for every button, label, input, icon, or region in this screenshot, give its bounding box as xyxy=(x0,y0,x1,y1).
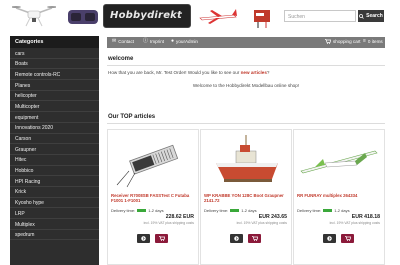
welcome-text-suffix: ? xyxy=(266,70,270,75)
contact-icon: ✉ xyxy=(112,38,117,44)
details-button[interactable] xyxy=(323,234,336,243)
account-link[interactable]: ● yourAdmin xyxy=(171,38,198,45)
delivery-info: Delivery time: 1-2 days xyxy=(204,208,257,213)
logo-text: Hobbydirekt xyxy=(110,10,183,21)
card-buttons xyxy=(230,234,261,243)
rc-plane-image[interactable] xyxy=(196,2,240,30)
delivery-info: Delivery time: 1-2 days xyxy=(111,208,164,213)
product-card: RR FUNRAY multiplex 264334 Delivery time… xyxy=(293,129,385,265)
sidebar-item-cars[interactable]: cars xyxy=(10,48,99,59)
add-to-cart-button[interactable] xyxy=(155,234,168,243)
sidebar-item-hpi-racing[interactable]: HPI Racing xyxy=(10,176,99,187)
cart-icon xyxy=(325,39,331,44)
imprint-label: Imprint xyxy=(150,39,165,44)
sidebar-item-boats[interactable]: Boats xyxy=(10,59,99,70)
product-name[interactable]: RR FUNRAY multiplex 264334 xyxy=(297,193,383,198)
sidebar-item-spedrum[interactable]: spedrum xyxy=(10,230,99,241)
list-icon: ≡ xyxy=(363,38,366,44)
imprint-link[interactable]: ⓘ Imprint xyxy=(143,38,165,45)
add-to-cart-button[interactable] xyxy=(248,234,261,243)
delivery-time: 1-2 days xyxy=(334,208,350,213)
top-articles-heading: Our TOP articles xyxy=(108,114,156,120)
delivery-time: 1-2 days xyxy=(241,208,257,213)
product-name[interactable]: WP KRABBE YON 128C Boot Graupner 2141.72 xyxy=(204,193,290,204)
product-price: 228.62 EUR xyxy=(165,214,194,220)
product-image-receiver[interactable] xyxy=(109,131,197,191)
delivery-status-icon xyxy=(230,209,240,212)
battery-image[interactable] xyxy=(252,2,272,30)
drone-image[interactable] xyxy=(12,2,56,30)
search-icon xyxy=(359,13,364,19)
sidebar-item-innovations-2020[interactable]: Innovations 2020 xyxy=(10,123,99,134)
product-card: WP KRABBE YON 128C Boot Graupner 2141.72… xyxy=(200,129,292,265)
cart-label: shopping cart xyxy=(333,39,361,44)
product-card: Receiver R7008SB FASSTest C Futaba F1001… xyxy=(107,129,199,265)
product-price: EUR 418.18 xyxy=(351,214,380,220)
sidebar-item-carson[interactable]: Carson xyxy=(10,134,99,145)
new-articles-link[interactable]: new articles xyxy=(241,70,267,75)
sidebar-item-planes[interactable]: Planes xyxy=(10,80,99,91)
sidebar-title: Categories xyxy=(10,36,99,48)
contact-label: Contact xyxy=(118,39,135,44)
delivery-time: 1-2 days xyxy=(148,208,164,213)
account-bar: ✉ Contact ⓘ Imprint ● yourAdmin shopping… xyxy=(107,37,385,48)
sidebar-item-graupner[interactable]: Graupner xyxy=(10,144,99,155)
sidebar-item-krick[interactable]: Krick xyxy=(10,187,99,198)
welcome-message: How that you are back, Mr. Test Order! W… xyxy=(108,70,269,75)
card-buttons xyxy=(323,234,354,243)
sidebar-item-equipment[interactable]: equipment xyxy=(10,112,99,123)
search-input[interactable]: Suchen xyxy=(284,10,356,22)
search-button-label: Search xyxy=(366,13,383,19)
arrow-right-icon xyxy=(234,236,239,241)
user-icon: ● xyxy=(171,38,175,44)
account-label: yourAdmin xyxy=(176,39,198,44)
product-price: EUR 243.65 xyxy=(258,214,287,220)
delivery-label: Delivery time: xyxy=(204,208,229,213)
cart-count[interactable]: ≡ 0 items xyxy=(363,38,383,45)
delivery-label: Delivery time: xyxy=(111,208,136,213)
sidebar-item-multiplex[interactable]: Multiplex xyxy=(10,219,99,230)
sidebar-item-remote-controls[interactable]: Remote controls-RC xyxy=(10,69,99,81)
cart-count-label: 0 items xyxy=(367,39,383,44)
welcome-heading: welcome xyxy=(108,56,134,62)
product-image-boat[interactable] xyxy=(202,131,290,191)
tax-note[interactable]: incl. 19% VAT plus shipping costs xyxy=(144,221,194,225)
delivery-info: Delivery time: 1-2 days xyxy=(297,208,350,213)
top-articles-divider xyxy=(107,123,385,124)
product-image-glider[interactable] xyxy=(295,131,383,191)
delivery-label: Delivery time: xyxy=(297,208,322,213)
delivery-status-icon xyxy=(323,209,333,212)
cart-icon xyxy=(158,236,165,241)
sidebar-item-helicopter[interactable]: helicopter xyxy=(10,91,99,102)
sidebar-item-hitec[interactable]: Hitec xyxy=(10,155,99,166)
sidebar-item-lrp[interactable]: LRP xyxy=(10,208,99,219)
arrow-right-icon xyxy=(141,236,146,241)
product-name[interactable]: Receiver R7008SB FASSTest C Futaba F1001… xyxy=(111,193,197,204)
tax-note[interactable]: incl. 19% VAT plus shipping costs xyxy=(237,221,287,225)
header: Hobbydirekt Suchen Search xyxy=(0,0,400,33)
sidebar-item-kyosho[interactable]: Kyosho hype xyxy=(10,198,99,209)
contact-link[interactable]: ✉ Contact xyxy=(112,38,135,45)
fpv-goggles-image[interactable] xyxy=(66,2,100,30)
shop-logo[interactable]: Hobbydirekt xyxy=(103,4,191,28)
details-button[interactable] xyxy=(230,234,243,243)
card-buttons xyxy=(137,234,168,243)
shopping-cart-link[interactable]: shopping cart xyxy=(325,39,361,44)
info-icon: ⓘ xyxy=(143,38,149,44)
arrow-right-icon xyxy=(327,236,332,241)
cart-icon xyxy=(251,236,258,241)
delivery-status-icon xyxy=(137,209,147,212)
sidebar-item-multicopter[interactable]: Multicopter xyxy=(10,101,99,113)
search-button[interactable]: Search xyxy=(358,10,384,22)
tax-note[interactable]: incl. 19% VAT plus shipping costs xyxy=(330,221,380,225)
welcome-text-prefix: How that you are back, Mr. Test Order! W… xyxy=(108,70,240,75)
details-button[interactable] xyxy=(137,234,150,243)
welcome-divider xyxy=(107,65,385,66)
sidebar-item-hobbico[interactable]: Hobbico xyxy=(10,166,99,177)
shop-page: Hobbydirekt Suchen Search Categories car… xyxy=(0,0,400,265)
cart-icon xyxy=(344,236,351,241)
welcome-subtext: Welcome to the Hobbydirekt Modellbau onl… xyxy=(192,83,300,88)
add-to-cart-button[interactable] xyxy=(341,234,354,243)
category-sidebar: Categories cars Boats Remote controls-RC… xyxy=(10,36,99,265)
